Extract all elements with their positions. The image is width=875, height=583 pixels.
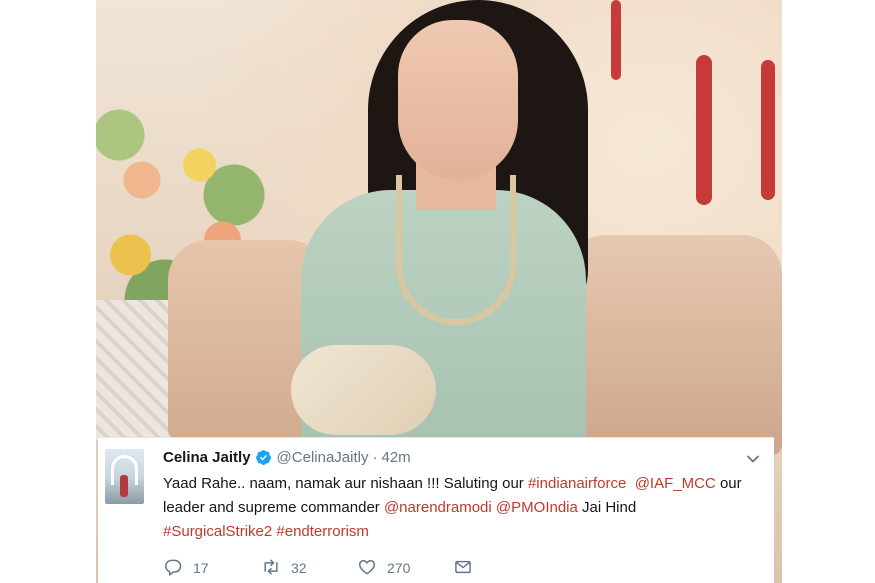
mention-link[interactable]: @narendramodi: [384, 499, 492, 516]
tweet-card: Celina Jaitly @CelinaJaitly · 42m Yaad R…: [98, 437, 774, 583]
text-part: [626, 475, 634, 492]
retweet-button[interactable]: 32: [261, 557, 357, 580]
chair: [566, 235, 782, 455]
tweet-text: Yaad Rahe.. naam, namak aur nishaan !!! …: [163, 472, 763, 544]
verified-badge-icon: [255, 449, 272, 466]
avatar[interactable]: [105, 449, 144, 504]
like-button[interactable]: 270: [357, 557, 453, 580]
garland: [696, 55, 712, 205]
avatar-figure: [120, 475, 128, 497]
display-name[interactable]: Celina Jaitly: [163, 449, 251, 466]
necklace: [396, 175, 516, 325]
user-handle[interactable]: @CelinaJaitly: [277, 449, 369, 466]
person-face: [398, 20, 518, 180]
text-part: Jai Hind: [577, 499, 637, 516]
reply-count: 17: [193, 560, 209, 576]
reply-icon: [163, 557, 183, 580]
mention-link[interactable]: @PMOIndia: [496, 499, 578, 516]
hashtag-link[interactable]: #indianairforce: [528, 475, 626, 492]
like-count: 270: [387, 560, 411, 576]
text-part: Yaad Rahe.. naam, namak aur nishaan !!! …: [163, 475, 528, 492]
tweet-header: Celina Jaitly @CelinaJaitly · 42m: [163, 447, 411, 467]
tweet-timestamp[interactable]: 42m: [381, 449, 410, 466]
hashtag-link[interactable]: #SurgicalStrike2: [163, 523, 272, 540]
garland: [761, 60, 775, 200]
separator-dot: ·: [372, 448, 378, 466]
mention-link[interactable]: @IAF_MCC: [635, 475, 716, 492]
retweet-icon: [261, 557, 281, 580]
direct-message-button[interactable]: [453, 557, 473, 580]
reply-button[interactable]: 17: [163, 557, 261, 580]
chevron-down-icon[interactable]: [746, 452, 760, 466]
garland: [611, 0, 621, 80]
clutch-bag: [291, 345, 436, 435]
heart-icon: [357, 557, 377, 580]
hashtag-link[interactable]: #endterrorism: [276, 523, 369, 540]
tweet-actions: 17 32 270: [163, 557, 473, 579]
retweet-count: 32: [291, 560, 307, 576]
envelope-icon: [453, 557, 473, 580]
